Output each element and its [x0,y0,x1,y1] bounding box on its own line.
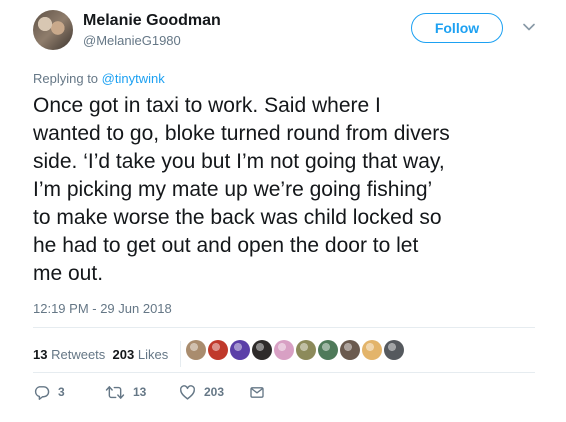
retweets-stat[interactable]: 13 Retweets [33,347,105,362]
tweet-text-line: side. ‘I’d take you but I’m not going th… [33,150,445,173]
retweets-stat-count: 13 [33,346,48,362]
likes-stat[interactable]: 203 Likes [113,347,169,362]
tweet-actions: 3 13 203 [33,382,293,402]
author-avatar[interactable] [33,10,73,50]
retweet-count: 13 [133,385,147,399]
tweet-text-line: he had to get out and open the door to l… [33,234,419,257]
stats-separator [180,341,182,367]
reply-prefix: Replying to [33,71,99,86]
like-button[interactable]: 203 [179,382,224,402]
reply-mention-link[interactable]: @tinytwink [102,71,165,86]
likes-stat-label: Likes [137,346,169,362]
liker-avatar-2[interactable] [208,340,228,360]
tweet-card: Melanie Goodman @MelanieG1980 Follow Rep… [0,0,566,422]
liker-avatar-9[interactable] [362,340,382,360]
retweet-button[interactable]: 13 [105,382,146,402]
liker-avatar-8[interactable] [340,340,360,360]
liker-avatar-6[interactable] [296,340,316,360]
like-count: 203 [204,385,225,399]
reply-count: 3 [58,385,65,399]
liker-avatar-5[interactable] [274,340,294,360]
tweet-text: Once got in taxi to work. Said where I w… [33,92,543,288]
tweet-text-line: to make worse the back was child locked … [33,206,442,229]
tweet-text-line: Once got in taxi to work. Said where I [33,94,381,117]
reply-context: Replying to @tinytwink [33,71,165,86]
tweet-stats: 13 Retweets 203 Likes [33,341,182,367]
liker-avatar-7[interactable] [318,340,338,360]
likes-stat-count: 203 [112,346,135,362]
reply-icon [33,384,50,401]
author-handle[interactable]: @MelanieG1980 [83,33,181,48]
liker-avatars [186,340,406,362]
tweet-timestamp[interactable]: 12:19 PM - 29 Jun 2018 [33,301,172,316]
liker-avatar-3[interactable] [230,340,250,360]
tweet-text-line: I’m picking my mate up we’re going fishi… [33,178,433,201]
divider [33,372,535,373]
retweets-stat-label: Retweets [51,346,106,362]
retweet-icon [105,384,125,401]
heart-icon [179,384,196,401]
liker-avatar-4[interactable] [252,340,272,360]
direct-message-button[interactable] [249,382,265,402]
divider [33,327,535,328]
tweet-text-line: me out. [33,262,104,285]
reply-button[interactable]: 3 [33,382,65,402]
follow-button[interactable]: Follow [411,13,503,43]
liker-avatar-10[interactable] [384,340,404,360]
tweet-text-line: wanted to go, bloke turned round from di… [33,122,450,145]
author-display-name[interactable]: Melanie Goodman [83,12,221,30]
liker-avatar-1[interactable] [186,340,206,360]
chevron-down-icon[interactable] [522,20,536,34]
envelope-icon [249,384,265,401]
